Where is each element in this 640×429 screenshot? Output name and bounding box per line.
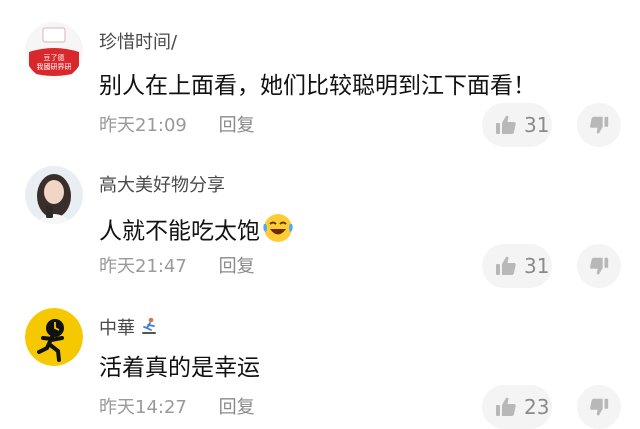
comment-text: 人就不能吃太饱: [99, 212, 294, 252]
thumbs-down-icon: [590, 116, 609, 134]
skateboarder-badge-icon: [139, 316, 159, 342]
username[interactable]: 中華: [99, 316, 159, 342]
avatar[interactable]: [25, 308, 83, 366]
laughing-crying-emoji-icon: [262, 212, 294, 252]
like-button[interactable]: 23: [482, 385, 552, 429]
username[interactable]: 珍惜时间/: [99, 32, 177, 54]
comment-meta: 昨天21:47 回复: [99, 256, 255, 278]
comment-time: 昨天21:09: [99, 115, 187, 136]
thumbs-down-icon: [590, 398, 609, 416]
like-button[interactable]: 31: [482, 103, 552, 147]
avatar[interactable]: [25, 166, 83, 224]
comment-text: 别人在上面看，她们比较聪明到江下面看！: [99, 73, 536, 99]
thumbs-up-icon: [496, 115, 516, 134]
comment-time: 昨天14:27: [99, 397, 187, 418]
thumbs-up-icon: [496, 256, 516, 275]
like-count: 23: [524, 395, 550, 419]
comment-meta: 昨天14:27 回复: [99, 397, 255, 419]
comment-text-content: 人就不能吃太饱: [99, 218, 260, 245]
dislike-button[interactable]: [577, 103, 621, 147]
comment-meta: 昨天21:09 回复: [99, 115, 255, 137]
reply-button[interactable]: 回复: [219, 397, 255, 418]
avatar-badge-text-2: 我國研界研: [37, 62, 72, 71]
avatar[interactable]: 豆了德 我國研界研: [25, 22, 83, 80]
avatar-running-clock-icon: [25, 308, 83, 366]
thumbs-down-icon: [590, 257, 609, 275]
username[interactable]: 高大美好物分享: [99, 175, 225, 197]
like-count: 31: [524, 254, 550, 278]
dislike-button[interactable]: [577, 244, 621, 288]
like-count: 31: [524, 113, 550, 137]
reply-button[interactable]: 回复: [219, 115, 255, 136]
comment-text: 活着真的是幸运: [99, 355, 260, 381]
avatar-red-flag-icon: 豆了德 我國研界研: [25, 22, 83, 80]
comment-time: 昨天21:47: [99, 256, 187, 277]
avatar-badge-text-1: 豆了德: [44, 53, 65, 62]
avatar-woman-photo: [25, 166, 83, 224]
dislike-button[interactable]: [577, 385, 621, 429]
reply-button[interactable]: 回复: [219, 256, 255, 277]
like-button[interactable]: 31: [482, 244, 552, 288]
thumbs-up-icon: [496, 397, 516, 416]
username-text: 中華: [99, 318, 135, 339]
